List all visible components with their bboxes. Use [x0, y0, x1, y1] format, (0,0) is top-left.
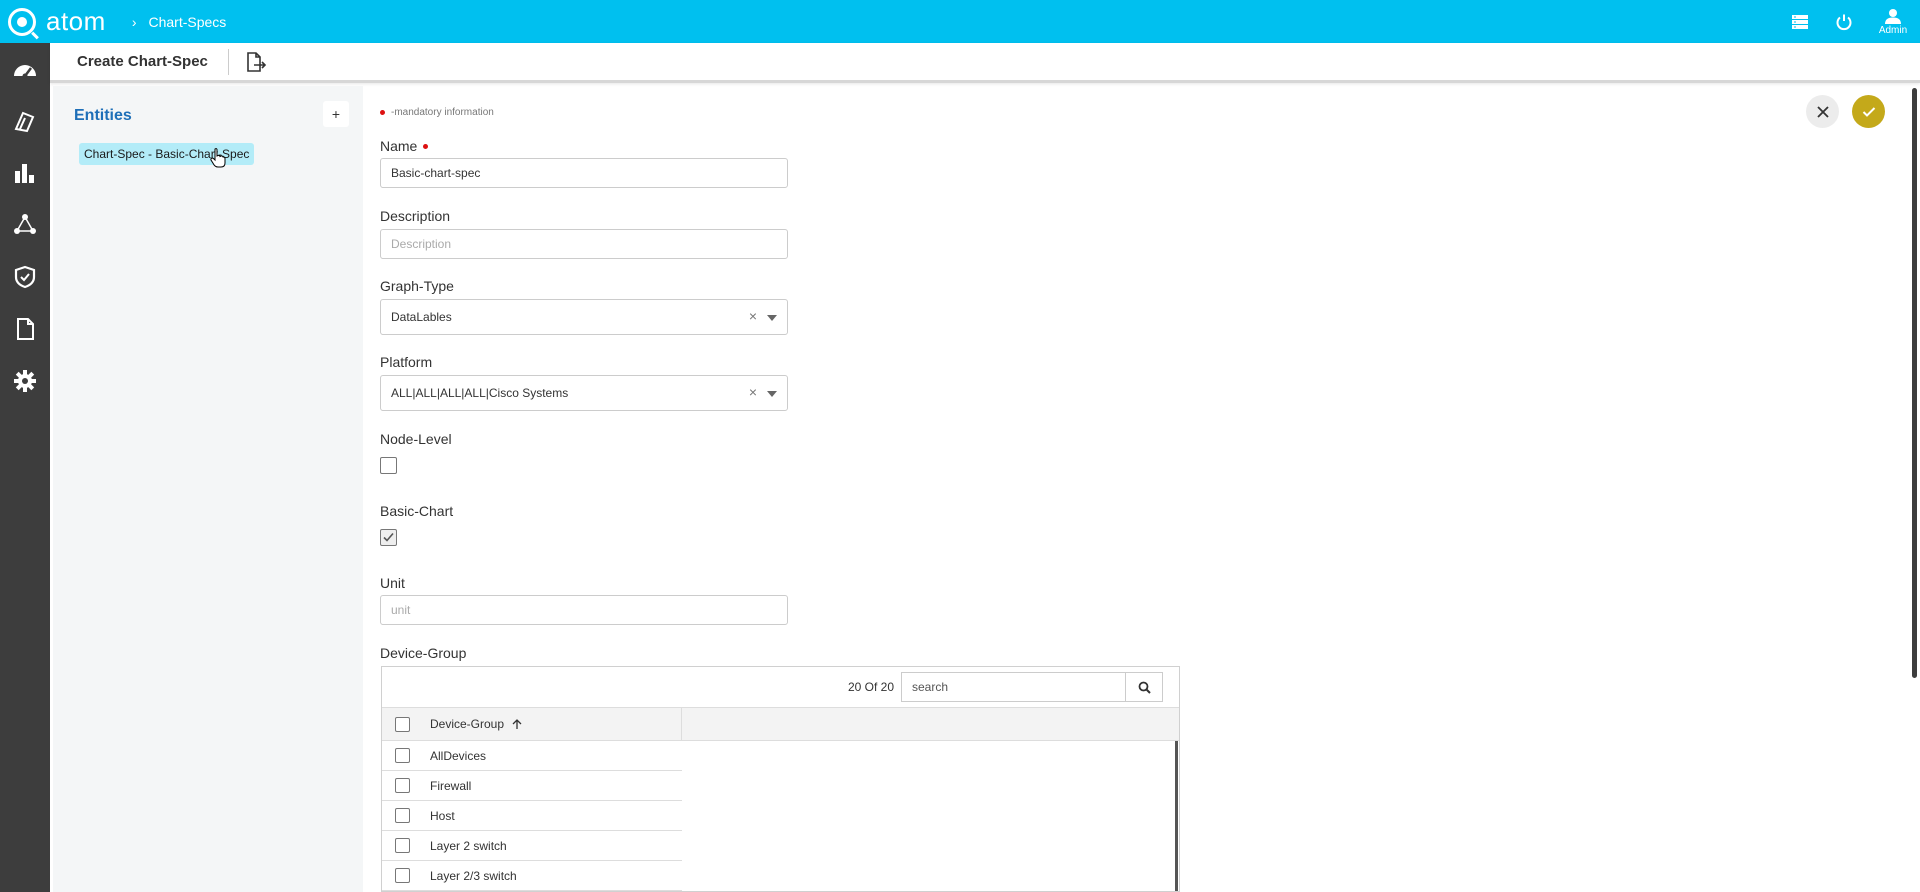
- entities-title: Entities: [74, 107, 132, 124]
- device-group-grid: 20 Of 20 search Device-Group AllDevices …: [381, 666, 1180, 892]
- grid-header: Device-Group: [382, 707, 1179, 741]
- platform-label: Platform: [380, 354, 433, 370]
- platform-value: ALL|ALL|ALL|ALL|Cisco Systems: [391, 386, 569, 400]
- name-field[interactable]: Basic-chart-spec: [380, 158, 788, 188]
- save-button[interactable]: [1852, 95, 1885, 128]
- node-level-checkbox[interactable]: [380, 457, 397, 474]
- settings-gear-icon[interactable]: [0, 355, 50, 407]
- graph-type-label: Graph-Type: [380, 278, 454, 294]
- row-label: Layer 2 switch: [430, 838, 507, 853]
- required-dot: [380, 110, 385, 115]
- grid-toolbar: 20 Of 20 search: [382, 667, 1179, 707]
- column-title: Device-Group: [430, 717, 505, 731]
- check-icon: [1862, 106, 1875, 117]
- unit-label: Unit: [380, 575, 405, 591]
- grid-search: search: [901, 672, 1163, 702]
- add-entity-button[interactable]: +: [323, 101, 349, 127]
- atom-logo[interactable]: atom: [8, 6, 106, 37]
- description-label: Description: [380, 208, 451, 224]
- select-all-checkbox[interactable]: [395, 716, 410, 732]
- left-sidebar: [0, 43, 50, 892]
- basic-chart-checkbox[interactable]: [380, 529, 397, 546]
- mandatory-text: -mandatory information: [391, 107, 494, 118]
- close-icon: [1816, 105, 1829, 118]
- search-icon[interactable]: [1126, 673, 1162, 701]
- required-dot: [423, 143, 429, 149]
- table-row[interactable]: AllDevices: [382, 741, 682, 771]
- admin-label: Admin: [1878, 24, 1908, 36]
- checkmark-icon: [383, 532, 394, 542]
- cancel-button[interactable]: [1806, 95, 1839, 128]
- export-icon[interactable]: [241, 47, 271, 77]
- node-level-label: Node-Level: [380, 431, 452, 447]
- description-field[interactable]: Description: [380, 229, 788, 259]
- name-label-text: Name: [380, 138, 418, 154]
- grid-scrollbar[interactable]: [1175, 741, 1178, 891]
- logo-text: atom: [46, 6, 106, 36]
- dashboard-icon[interactable]: [0, 43, 50, 95]
- row-checkbox[interactable]: [395, 808, 410, 823]
- clear-icon[interactable]: ×: [749, 308, 757, 324]
- table-row[interactable]: Layer 2/3 switch: [382, 861, 682, 891]
- hand-cursor-icon: [210, 148, 226, 168]
- table-row[interactable]: Host: [382, 801, 682, 831]
- entities-panel: Entities + Chart-Spec - Basic-Chart-Spec: [53, 86, 363, 892]
- inventory-icon[interactable]: [0, 95, 50, 147]
- row-label: Layer 2/3 switch: [430, 868, 517, 883]
- power-icon[interactable]: [1822, 0, 1866, 43]
- clear-icon[interactable]: ×: [749, 384, 757, 400]
- server-list-icon[interactable]: [1778, 0, 1822, 43]
- topology-icon[interactable]: [0, 199, 50, 251]
- device-group-label: Device-Group: [380, 645, 467, 661]
- top-bar: atom › Chart-Specs Admin: [0, 0, 1920, 43]
- breadcrumb[interactable]: Chart-Specs: [148, 14, 226, 30]
- column-header[interactable]: Device-Group: [382, 707, 682, 741]
- header-divider: [227, 48, 229, 75]
- entity-item[interactable]: Chart-Spec - Basic-Chart-Spec: [79, 143, 255, 165]
- mandatory-note: -mandatory information: [380, 107, 494, 118]
- grid-body: AllDevices Firewall Host Layer 2 switch …: [382, 741, 682, 891]
- row-label: AllDevices: [430, 748, 487, 763]
- row-label: Host: [430, 808, 455, 823]
- table-row[interactable]: Firewall: [382, 771, 682, 801]
- platform-select[interactable]: ALL|ALL|ALL|ALL|Cisco Systems ×: [380, 375, 788, 411]
- page-title: Create Chart-Spec: [77, 53, 208, 70]
- name-label: Name: [380, 138, 429, 154]
- search-input[interactable]: search: [902, 673, 1126, 701]
- row-checkbox[interactable]: [395, 838, 410, 853]
- table-row[interactable]: Layer 2 switch: [382, 831, 682, 861]
- record-count: 20 Of 20: [847, 680, 894, 694]
- chart-icon[interactable]: [0, 147, 50, 199]
- sort-ascending-icon[interactable]: [512, 718, 522, 730]
- chevron-down-icon[interactable]: [767, 391, 777, 397]
- unit-field[interactable]: unit: [380, 595, 788, 625]
- page-scrollbar[interactable]: [1912, 88, 1917, 678]
- user-icon[interactable]: Admin: [1866, 0, 1920, 43]
- document-icon[interactable]: [0, 303, 50, 355]
- row-checkbox[interactable]: [395, 748, 410, 763]
- basic-chart-label: Basic-Chart: [380, 503, 454, 519]
- graph-type-select[interactable]: DataLables ×: [380, 299, 788, 335]
- logo-icon: [8, 7, 36, 36]
- security-shield-icon[interactable]: [0, 251, 50, 303]
- row-checkbox[interactable]: [395, 868, 410, 883]
- graph-type-value: DataLables: [391, 310, 452, 324]
- chevron-down-icon[interactable]: [767, 315, 777, 321]
- page-header: Create Chart-Spec: [50, 43, 1920, 83]
- breadcrumb-separator: ›: [131, 13, 137, 30]
- row-label: Firewall: [430, 778, 472, 793]
- row-checkbox[interactable]: [395, 778, 410, 793]
